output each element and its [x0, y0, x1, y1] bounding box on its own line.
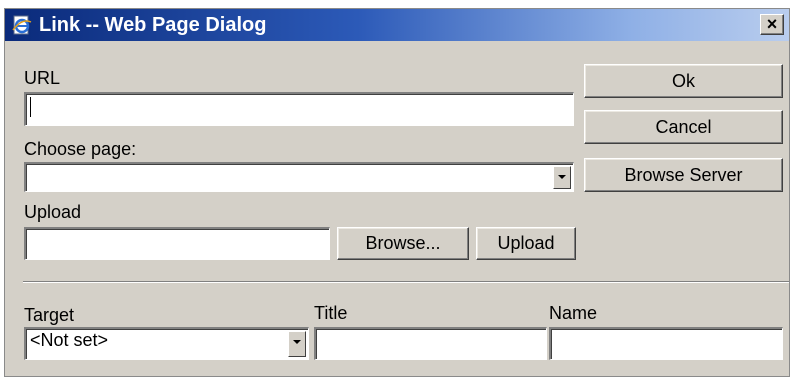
chevron-down-icon[interactable]: [553, 166, 571, 189]
divider: [23, 281, 789, 283]
chevron-down-icon[interactable]: [288, 331, 306, 357]
ok-button[interactable]: Ok: [584, 64, 783, 98]
name-label: Name: [549, 303, 598, 323]
cancel-button[interactable]: Cancel: [584, 110, 783, 144]
browse-server-button[interactable]: Browse Server: [584, 158, 783, 192]
upload-file-input[interactable]: [24, 227, 330, 260]
window-title: Link -- Web Page Dialog: [39, 14, 267, 36]
target-dropdown[interactable]: <Not set>: [24, 327, 309, 360]
name-input[interactable]: [549, 327, 783, 360]
title-label: Title: [314, 303, 348, 323]
text-caret: [30, 97, 31, 117]
upload-label: Upload: [24, 202, 82, 222]
choose-page-dropdown[interactable]: [24, 162, 574, 192]
title-input[interactable]: [314, 327, 547, 360]
browse-button[interactable]: Browse...: [337, 227, 469, 260]
title-bar[interactable]: Link -- Web Page Dialog ×: [5, 9, 789, 41]
close-icon: ×: [766, 14, 778, 34]
url-label: URL: [24, 68, 61, 88]
close-button[interactable]: ×: [760, 14, 784, 35]
ie-page-icon: [11, 14, 33, 36]
target-label: Target: [24, 305, 75, 325]
url-input[interactable]: [24, 92, 574, 126]
choose-page-label: Choose page:: [24, 139, 137, 159]
upload-button[interactable]: Upload: [476, 227, 576, 260]
link-dialog: Link -- Web Page Dialog × URL Choose pag…: [4, 8, 790, 377]
